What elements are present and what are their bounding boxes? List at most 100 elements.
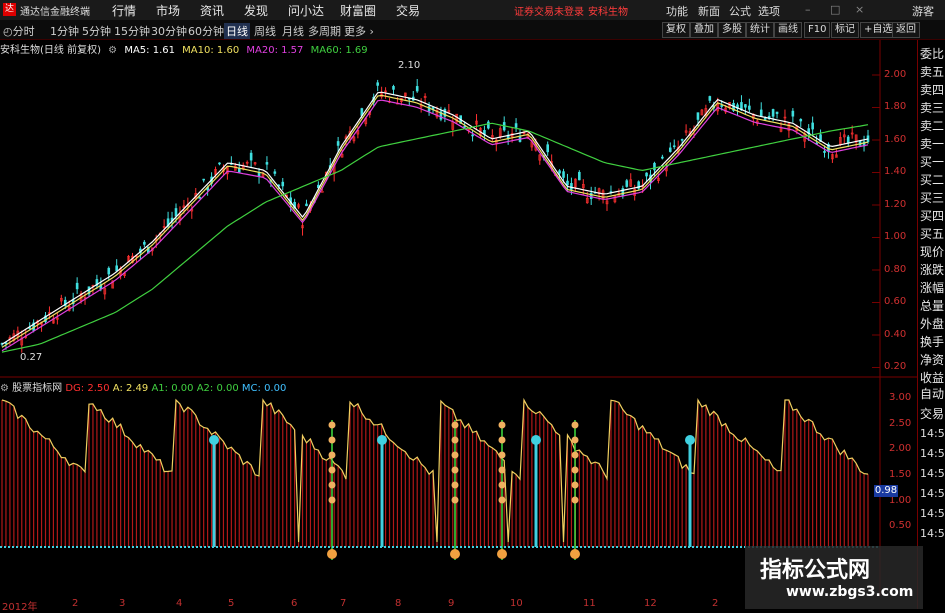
buy-signal-dot [451, 451, 459, 459]
candle-body [763, 118, 767, 120]
period-multi[interactable]: 多周期 [308, 23, 341, 39]
stats-button[interactable]: 统计 [746, 22, 774, 38]
x-tick: 2 [72, 598, 79, 609]
buy-signal-dot [328, 481, 336, 489]
price-tick: 0.80 [884, 264, 907, 275]
add-watchlist-button[interactable]: +自选 [860, 22, 897, 38]
menu-item-wealth[interactable]: 财富圈 [340, 2, 376, 19]
x-tick: 2012年 [2, 602, 38, 613]
menu-item-news[interactable]: 资讯 [200, 2, 224, 19]
menu-item-market[interactable]: 市场 [156, 2, 180, 19]
trade-time: 14:50 [920, 527, 945, 540]
kline-chart[interactable]: 2.10 0.27 [0, 40, 917, 609]
menu-item-discover[interactable]: 发现 [244, 2, 268, 19]
side-label: 买三 [920, 191, 945, 205]
x-tick: 4 [176, 598, 183, 609]
buy-signal-dot [571, 496, 579, 504]
side-label: 涨幅 [920, 281, 945, 295]
candle-body [653, 162, 656, 171]
current-price-tag: 0.98 [874, 485, 898, 497]
mark-button[interactable]: 标记 [831, 22, 859, 38]
clock-icon: ◴ [3, 25, 13, 38]
buy-signal-dot [328, 436, 336, 444]
menu-item-xiaoda[interactable]: 问小达 [288, 2, 324, 19]
candle-body [680, 139, 684, 141]
period-weekly[interactable]: 周线 [254, 23, 276, 39]
menu-new-page[interactable]: 新面 [698, 3, 720, 19]
candle-body [463, 125, 466, 128]
trade-time: 14:50 [920, 507, 945, 520]
candle-body [823, 151, 826, 153]
candle-body [625, 180, 629, 187]
x-tick: 10 [510, 598, 523, 609]
candle-body [744, 104, 747, 108]
buy-signal-dot [498, 451, 506, 459]
candle-body [578, 171, 581, 181]
period-intraday[interactable]: ◴分时 [3, 23, 35, 39]
period-15min[interactable]: 15分钟 [114, 23, 150, 39]
close-icon[interactable]: × [855, 3, 864, 16]
ind-tick: 2.50 [889, 418, 912, 429]
period-monthly[interactable]: 月线 [282, 23, 304, 39]
candle-body [321, 191, 324, 193]
candle-body [305, 203, 308, 207]
menu-item-quotes[interactable]: 行情 [112, 2, 136, 19]
side-label: 涨跌 [920, 263, 945, 277]
signal-markers [209, 420, 695, 560]
buy-signal-dot [451, 436, 459, 444]
ma60-line [1, 122, 869, 353]
restore-rights-button[interactable]: 复权 [662, 22, 690, 38]
side-label: 买五 [920, 227, 945, 241]
candle-body [672, 145, 676, 148]
candle-body [570, 183, 573, 190]
period-1min[interactable]: 1分钟 [50, 23, 79, 39]
user-label[interactable]: 游客 [912, 3, 934, 19]
trade-label[interactable]: 交易 [920, 404, 944, 424]
price-tick: 1.20 [884, 199, 907, 210]
buy-signal-dot [451, 421, 459, 429]
x-tick: 9 [448, 598, 455, 609]
candle-body [392, 86, 395, 90]
ind-tick: 0.50 [889, 520, 912, 531]
side-label: 换手 [920, 335, 945, 349]
buy-signal-dot [328, 421, 336, 429]
ind-tick: 3.00 [889, 392, 912, 403]
price-tick: 0.40 [884, 329, 907, 340]
candle-body [376, 82, 379, 86]
price-tick: 0.60 [884, 296, 907, 307]
period-5min[interactable]: 5分钟 [82, 23, 111, 39]
trade-time: 14:50 [920, 487, 945, 500]
period-toolbar: ◴分时 1分钟 5分钟 15分钟 30分钟 60分钟 日线 周线 月线 多周期 … [0, 20, 945, 40]
candle-body [198, 197, 202, 199]
menu-function[interactable]: 功能 [666, 3, 688, 19]
period-60min[interactable]: 60分钟 [188, 23, 224, 39]
buy-signal-dot [328, 451, 336, 459]
back-button[interactable]: 返回 [892, 22, 920, 38]
period-30min[interactable]: 30分钟 [151, 23, 187, 39]
price-tick: 2.00 [884, 69, 907, 80]
period-more[interactable]: 更多 › [344, 23, 374, 39]
menu-formula[interactable]: 公式 [729, 3, 751, 19]
period-daily[interactable]: 日线 [224, 23, 250, 39]
menu-item-trade[interactable]: 交易 [396, 2, 420, 19]
f10-button[interactable]: F10 [804, 22, 831, 38]
multi-stock-button[interactable]: 多股 [718, 22, 746, 38]
side-label: 总量 [920, 299, 945, 313]
maximize-icon[interactable]: □ [830, 3, 840, 16]
candle-body [791, 110, 795, 117]
ind-tick: 1.50 [889, 469, 912, 480]
minimize-icon[interactable]: – [805, 3, 811, 16]
overlay-button[interactable]: 叠加 [690, 22, 718, 38]
x-tick: 7 [340, 598, 347, 609]
side-label: 买四 [920, 209, 945, 223]
side-label: 卖二 [920, 119, 945, 133]
menu-options[interactable]: 选项 [758, 3, 780, 19]
low-label: 0.27 [20, 352, 42, 363]
stock-link[interactable]: 安科生物 [588, 3, 628, 18]
side-label: 卖四 [920, 83, 945, 97]
draw-button[interactable]: 画线 [774, 22, 802, 38]
login-notice[interactable]: 证券交易未登录 [514, 3, 584, 18]
candle-body [249, 152, 253, 161]
buy-signal-dot [328, 466, 336, 474]
buy-signal-dot [451, 481, 459, 489]
